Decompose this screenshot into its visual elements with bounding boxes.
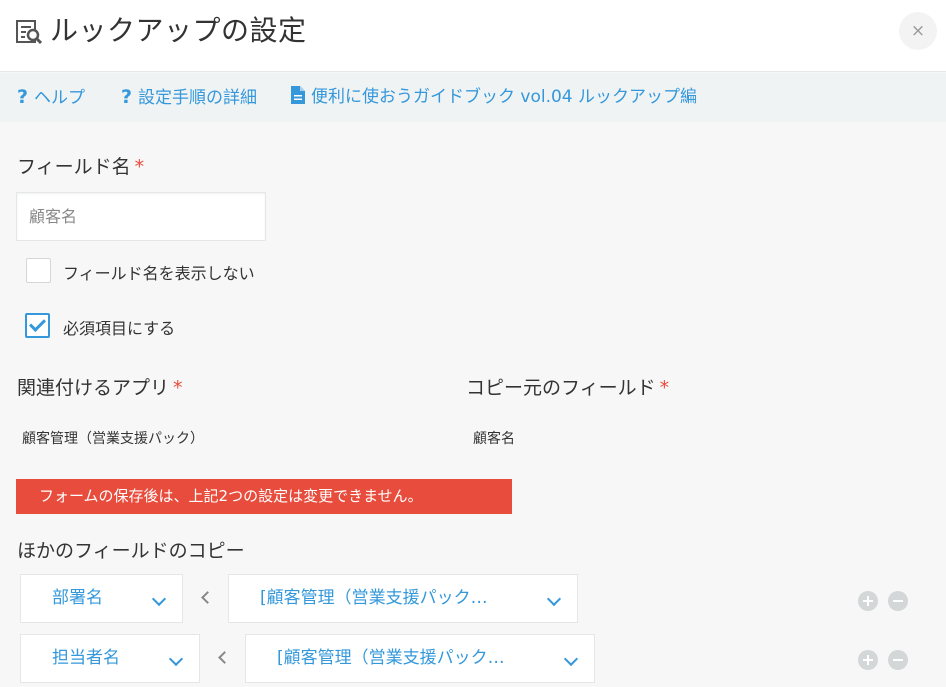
copy-source-select-value: [顧客管理（営業支援パック… <box>277 648 505 668</box>
document-icon <box>291 86 305 104</box>
chevron-left-icon <box>218 651 231 664</box>
required-mark: * <box>659 377 670 399</box>
related-app-value: 顧客管理（営業支援パック） <box>22 431 204 447</box>
copy-target-value: 部署名 <box>52 588 103 608</box>
hide-field-name-checkbox[interactable] <box>26 258 51 283</box>
warning-banner: フォームの保存後は、上記2つの設定は変更できません。 <box>16 479 512 514</box>
chevron-down-icon <box>168 651 184 667</box>
field-name-label: フィールド名 * <box>17 152 144 179</box>
hide-field-name-label: フィールド名を表示しない <box>63 264 255 283</box>
close-icon: × <box>910 21 926 41</box>
chevron-down-icon <box>546 591 562 607</box>
guidebook-label: 便利に使おうガイドブック vol.04 ルックアップ編 <box>311 87 698 107</box>
chevron-down-icon <box>151 591 167 607</box>
copy-source-label-text: コピー元のフィールド <box>466 377 656 399</box>
copy-target-select[interactable]: 部署名 <box>20 574 183 623</box>
add-row-button[interactable] <box>858 591 878 611</box>
chevron-left-icon <box>201 591 214 604</box>
copy-source-select-value: [顧客管理（営業支援パック… <box>260 588 488 608</box>
help-link[interactable]: ? ヘルプ <box>17 73 85 122</box>
dialog-header: ルックアップの設定 × <box>0 0 946 72</box>
required-checkbox-label: 必須項目にする <box>63 319 176 338</box>
copy-source-select[interactable]: [顧客管理（営業支援パック… <box>228 574 578 623</box>
field-name-label-text: フィールド名 <box>17 156 131 178</box>
copy-source-label: コピー元のフィールド * <box>466 373 669 400</box>
setup-steps-link[interactable]: ? 設定手順の詳細 <box>121 73 257 122</box>
required-mark: * <box>173 377 183 399</box>
related-app-label-text: 関連付けるアプリ <box>17 377 170 399</box>
chevron-down-icon <box>563 651 579 667</box>
help-bar: ? ヘルプ ? 設定手順の詳細 便利に使おうガイドブック vol.04 ルックアップ… <box>0 73 946 122</box>
copy-target-select[interactable]: 担当者名 <box>20 634 200 683</box>
copy-source-value: 顧客名 <box>473 431 515 447</box>
other-field-copy-label: ほかのフィールドのコピー <box>17 540 245 562</box>
copy-target-value: 担当者名 <box>52 648 120 668</box>
remove-row-button[interactable] <box>888 650 908 670</box>
required-checkbox[interactable] <box>25 313 50 338</box>
required-mark: * <box>134 156 145 178</box>
lookup-settings-icon <box>16 20 42 45</box>
copy-source-select[interactable]: [顧客管理（営業支援パック… <box>245 634 595 683</box>
help-icon: ? <box>121 86 133 108</box>
setup-steps-label: 設定手順の詳細 <box>138 88 258 108</box>
guidebook-link[interactable]: 便利に使おうガイドブック vol.04 ルックアップ編 <box>291 73 697 122</box>
help-icon: ? <box>17 86 29 108</box>
help-link-label: ヘルプ <box>34 88 86 108</box>
related-app-label: 関連付けるアプリ * <box>17 373 183 400</box>
close-button[interactable]: × <box>899 12 937 50</box>
dialog-title: ルックアップの設定 <box>50 14 307 47</box>
add-row-button[interactable] <box>858 650 878 670</box>
field-name-input[interactable]: 顧客名 <box>16 192 266 241</box>
remove-row-button[interactable] <box>888 591 908 611</box>
